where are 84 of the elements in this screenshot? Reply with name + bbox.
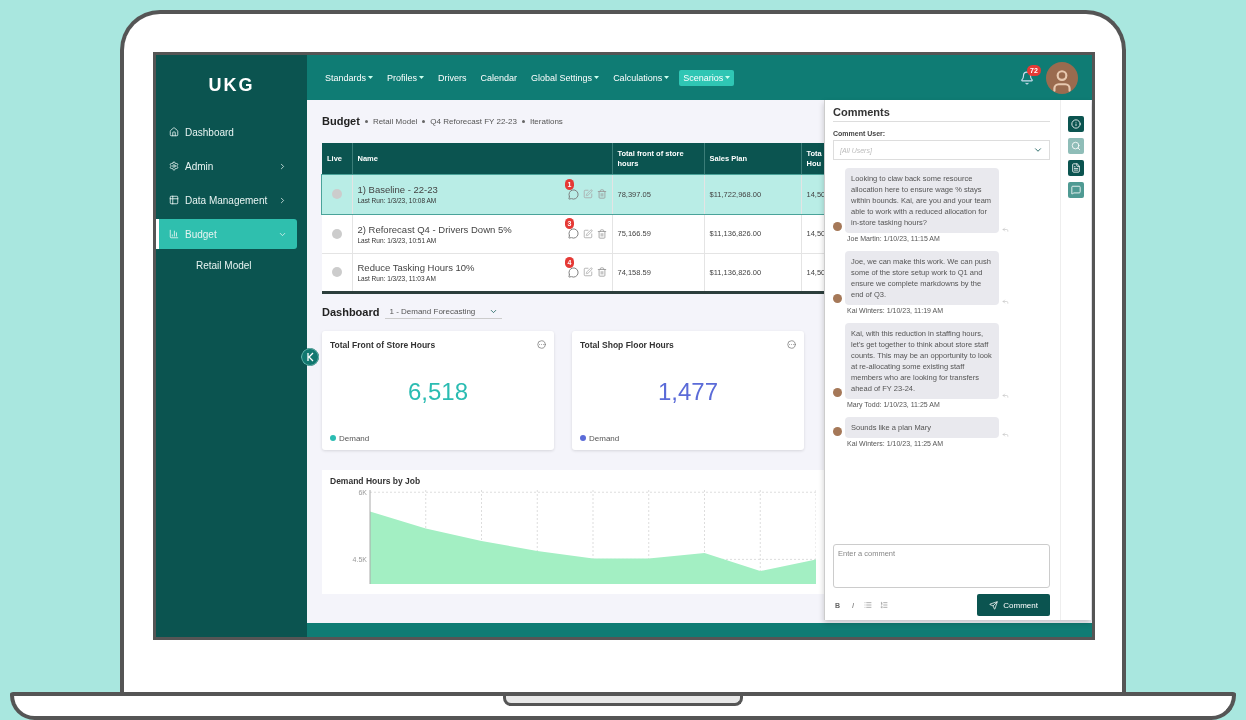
more-icon[interactable] <box>787 340 796 349</box>
page-title: Budget <box>322 115 360 127</box>
nav-item[interactable]: Profiles <box>383 69 429 86</box>
reply-icon[interactable] <box>1002 392 1009 399</box>
chart-icon <box>169 229 179 239</box>
edit-icon <box>582 267 593 277</box>
live-radio[interactable] <box>331 267 342 277</box>
home-icon <box>169 127 179 137</box>
section-title: Dashboard <box>322 306 380 318</box>
scenario-name: Reduce Tasking Hours 10% <box>357 262 476 273</box>
comments-button[interactable] <box>567 188 579 200</box>
legend-label: Demand <box>589 433 620 443</box>
card-title: Total Shop Floor Hours <box>580 339 674 350</box>
card-title: Total Front of Store Hours <box>330 339 436 350</box>
comments-button[interactable] <box>567 228 579 239</box>
search-button[interactable] <box>1068 138 1084 154</box>
live-radio[interactable] <box>331 189 342 200</box>
edit-icon <box>582 228 593 239</box>
list-icon[interactable] <box>864 601 872 609</box>
document-button[interactable] <box>1068 160 1084 176</box>
panel-title: Comments <box>833 106 1050 122</box>
edit-button[interactable] <box>582 267 593 277</box>
nav-item[interactable]: Standards <box>321 69 378 86</box>
caret-icon <box>594 75 600 80</box>
reply-icon[interactable] <box>1002 298 1009 305</box>
nav-item[interactable]: Calendar <box>476 69 522 86</box>
chat-icon <box>1071 185 1081 195</box>
live-radio[interactable] <box>331 228 342 239</box>
delete-button[interactable] <box>596 228 607 239</box>
nav-item[interactable]: Calculations <box>609 69 674 86</box>
table-icon <box>169 195 179 205</box>
trash-icon <box>596 267 607 277</box>
send-icon <box>989 600 999 610</box>
comments-button[interactable] <box>567 266 579 278</box>
chevron-icon <box>278 195 287 205</box>
scenario-name: 1) Baseline - 22-23 <box>357 184 439 196</box>
edit-button[interactable] <box>582 189 593 200</box>
reply-icon[interactable] <box>1002 431 1009 438</box>
search-icon <box>1071 141 1081 151</box>
avatar <box>833 427 842 436</box>
chevron-icon <box>1033 145 1043 155</box>
info-icon <box>1071 119 1081 129</box>
caret-icon <box>419 75 425 80</box>
breadcrumb-link[interactable]: Q4 Reforecast FY 22-23 <box>430 116 517 126</box>
numbered-list-icon[interactable] <box>880 601 888 609</box>
metric-value: 1,477 <box>656 376 720 407</box>
more-icon[interactable] <box>537 340 546 349</box>
nav-item[interactable]: Global Settings <box>527 69 604 86</box>
nav-item[interactable]: Drivers <box>434 69 471 86</box>
legend-label: Demand <box>339 433 370 443</box>
avatar[interactable] <box>1046 61 1078 94</box>
caret-icon <box>368 75 374 80</box>
view-select[interactable]: 1 - Demand Forecasting <box>385 305 503 319</box>
sidebar-item[interactable]: Data Management <box>156 185 297 215</box>
trash-icon <box>596 189 607 200</box>
breadcrumb-link[interactable]: Retail Model <box>372 116 418 126</box>
reply-icon[interactable] <box>1002 226 1009 233</box>
scenario-name: 2) Reforecast Q4 - Drivers Down 5% <box>357 223 513 235</box>
logo: UKG <box>208 74 255 96</box>
sidebar-item[interactable]: Dashboard <box>156 117 297 147</box>
delete-button[interactable] <box>596 267 607 277</box>
comment-button[interactable]: Comment <box>977 594 1050 616</box>
chat-button[interactable] <box>1068 182 1084 198</box>
breadcrumb-link[interactable]: Iterations <box>529 116 563 126</box>
caret-icon <box>725 75 731 80</box>
avatar <box>833 388 842 397</box>
edit-icon <box>582 189 593 200</box>
avatar <box>833 222 842 231</box>
chart-title: Demand Hours by Job <box>329 475 422 486</box>
chevron-icon <box>278 161 287 171</box>
comment-icon <box>567 188 579 200</box>
comment-icon <box>567 228 579 239</box>
avatar <box>833 294 842 303</box>
gear-icon <box>169 161 179 171</box>
sidebar-subitem[interactable]: Retail Model <box>156 251 297 279</box>
sidebar-item[interactable]: Admin <box>156 151 297 181</box>
document-icon <box>1071 163 1081 173</box>
comment-icon <box>567 266 579 278</box>
trash-icon <box>596 228 607 239</box>
metric-value: 6,518 <box>406 376 470 407</box>
edit-button[interactable] <box>582 228 593 239</box>
caret-icon <box>664 75 670 80</box>
info-button[interactable] <box>1068 116 1084 132</box>
delete-button[interactable] <box>596 189 607 200</box>
